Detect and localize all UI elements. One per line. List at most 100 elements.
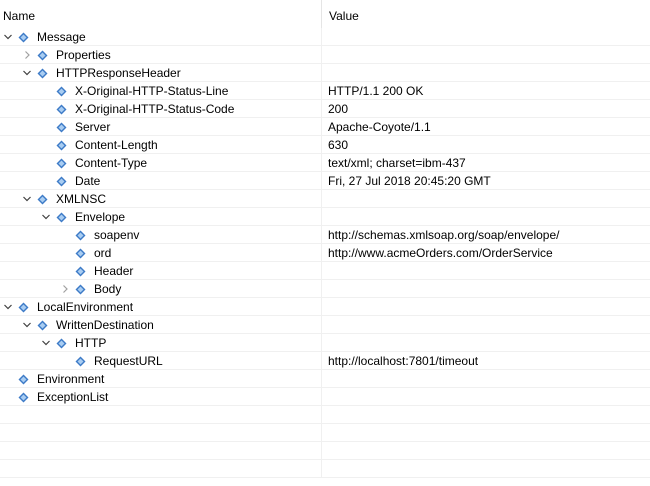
chevron-down-icon[interactable]: [38, 208, 54, 226]
tree-node-name-cell: X-Original-HTTP-Status-Line: [38, 82, 228, 100]
tree-node-label: X-Original-HTTP-Status-Code: [75, 102, 235, 116]
tree-node-label: HTTPResponseHeader: [56, 66, 181, 80]
tree-row-ord[interactable]: ord http://www.acmeOrders.com/OrderServic…: [0, 244, 650, 262]
tree-row-message[interactable]: Message: [0, 28, 650, 46]
tree-node-name-cell: Environment: [0, 370, 104, 388]
tree-node-label: WrittenDestination: [56, 318, 154, 332]
tree-node-name-cell: Header: [57, 262, 133, 280]
empty-row: [0, 424, 650, 442]
tree-row-x-original-http-status-code[interactable]: X-Original-HTTP-Status-Code 200: [0, 100, 650, 118]
tree-row-soapenv[interactable]: soapenv http://schemas.xmlsoap.org/soap/e…: [0, 226, 650, 244]
column-divider: [321, 190, 322, 208]
element-node-icon: [75, 244, 89, 262]
chevron-right-icon[interactable]: [57, 280, 73, 298]
tree-node-label: Properties: [56, 48, 111, 62]
column-divider: [321, 334, 322, 352]
element-node-icon: [18, 28, 32, 46]
tree-row-localenvironment[interactable]: LocalEnvironment: [0, 298, 650, 316]
chevron-down-icon[interactable]: [38, 334, 54, 352]
element-node-icon: [37, 190, 51, 208]
empty-row: [0, 406, 650, 424]
tree-row-properties[interactable]: Properties: [0, 46, 650, 64]
chevron-down-icon[interactable]: [0, 298, 16, 316]
tree-row-content-type[interactable]: Content-Type text/xml; charset=ibm-437: [0, 154, 650, 172]
element-node-icon: [18, 370, 32, 388]
element-node-icon: [75, 226, 89, 244]
tree-node-label: soapenv: [94, 228, 140, 242]
tree-row-httpresponseheader[interactable]: HTTPResponseHeader: [0, 64, 650, 82]
element-node-icon: [75, 352, 89, 370]
column-divider: [321, 118, 322, 136]
column-divider: [321, 460, 322, 478]
tree-row-x-original-http-status-line[interactable]: X-Original-HTTP-Status-Line HTTP/1.1 200 …: [0, 82, 650, 100]
name-column-header[interactable]: Name: [3, 9, 35, 23]
tree-row-http[interactable]: HTTP: [0, 334, 650, 352]
column-divider: [321, 64, 322, 82]
column-divider: [321, 46, 322, 64]
tree-row-date[interactable]: Date Fri, 27 Jul 2018 20:45:20 GMT: [0, 172, 650, 190]
chevron-down-icon[interactable]: [0, 28, 16, 46]
tree-node-label: RequestURL: [94, 354, 163, 368]
column-divider: [321, 298, 322, 316]
tree-node-name-cell: X-Original-HTTP-Status-Code: [38, 100, 234, 118]
tree-node-name-cell: ord: [57, 244, 111, 262]
element-node-icon: [56, 118, 70, 136]
column-divider: [321, 406, 322, 424]
tree-node-value: Fri, 27 Jul 2018 20:45:20 GMT: [328, 174, 491, 188]
tree-row-body[interactable]: Body: [0, 280, 650, 298]
tree-row-xmlnsc[interactable]: XMLNSC: [0, 190, 650, 208]
empty-row: [0, 460, 650, 478]
tree-node-name-cell: WrittenDestination: [19, 316, 154, 334]
element-node-icon: [75, 262, 89, 280]
tree-row-writtendestination[interactable]: WrittenDestination: [0, 316, 650, 334]
tree-node-name-cell: Body: [57, 280, 121, 298]
column-divider: [321, 244, 322, 262]
column-divider: [321, 262, 322, 280]
tree-row-server[interactable]: Server Apache-Coyote/1.1: [0, 118, 650, 136]
tree-node-value: 630: [328, 138, 349, 152]
tree-row-content-length[interactable]: Content-Length 630: [0, 136, 650, 154]
column-separator[interactable]: [321, 0, 322, 28]
tree-node-label: X-Original-HTTP-Status-Line: [75, 84, 229, 98]
tree-row-header[interactable]: Header: [0, 262, 650, 280]
column-divider: [321, 136, 322, 154]
tree-node-name-cell: Properties: [19, 46, 111, 64]
element-node-icon: [56, 334, 70, 352]
tree-row-requesturl[interactable]: RequestURL http://localhost:7801/timeout: [0, 352, 650, 370]
column-divider: [321, 28, 322, 46]
tree-node-value: http://schemas.xmlsoap.org/soap/envelope…: [328, 228, 560, 242]
message-tree-view: Name Value Message Properties HTTPResponse…: [0, 0, 650, 486]
column-divider: [321, 172, 322, 190]
element-node-icon: [56, 82, 70, 100]
column-divider: [321, 82, 322, 100]
element-node-icon: [18, 388, 32, 406]
tree-node-value: http://localhost:7801/timeout: [328, 354, 479, 368]
tree-node-label: ord: [94, 246, 112, 260]
column-divider: [321, 424, 322, 442]
tree-node-name-cell: Server: [38, 118, 110, 136]
chevron-down-icon[interactable]: [19, 64, 35, 82]
empty-row: [0, 442, 650, 460]
value-column-header[interactable]: Value: [329, 9, 359, 23]
chevron-right-icon[interactable]: [19, 46, 35, 64]
tree-node-name-cell: HTTPResponseHeader: [19, 64, 181, 82]
tree-row-exceptionlist[interactable]: ExceptionList: [0, 388, 650, 406]
tree-node-name-cell: HTTP: [38, 334, 106, 352]
chevron-down-icon[interactable]: [19, 190, 35, 208]
tree-row-envelope[interactable]: Envelope: [0, 208, 650, 226]
chevron-down-icon[interactable]: [19, 316, 35, 334]
element-node-icon: [56, 136, 70, 154]
tree-node-name-cell: LocalEnvironment: [0, 298, 133, 316]
tree-node-label: XMLNSC: [56, 192, 107, 206]
tree-node-name-cell: Content-Type: [38, 154, 147, 172]
element-node-icon: [37, 46, 51, 64]
tree-node-name-cell: ExceptionList: [0, 388, 108, 406]
tree-node-label: Envelope: [75, 210, 126, 224]
tree-row-environment[interactable]: Environment: [0, 370, 650, 388]
column-divider: [321, 226, 322, 244]
